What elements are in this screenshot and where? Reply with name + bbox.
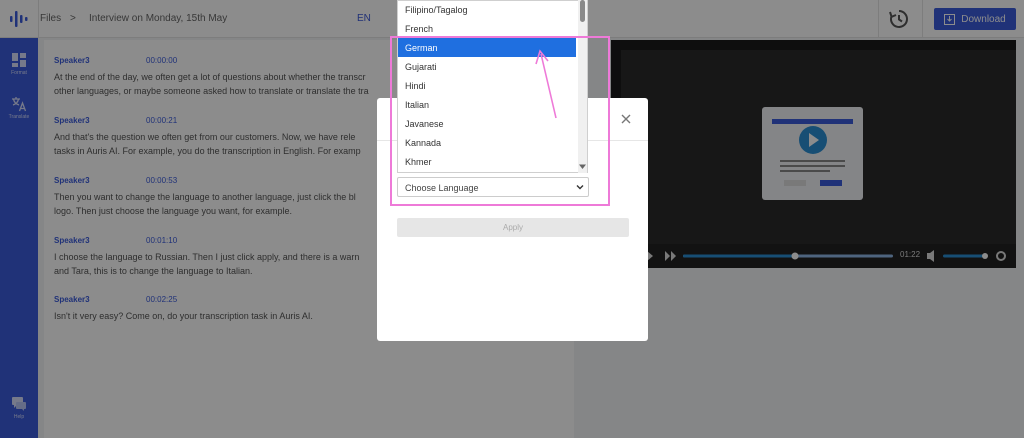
dropdown-option[interactable]: Filipino/Tagalog bbox=[398, 0, 576, 19]
highlight-box bbox=[390, 36, 610, 206]
apply-button[interactable]: Apply bbox=[397, 218, 629, 237]
dropdown-scrollbar-thumb[interactable] bbox=[580, 0, 585, 22]
annotation-arrow-icon bbox=[535, 49, 557, 119]
apply-label: Apply bbox=[502, 223, 523, 232]
close-icon[interactable] bbox=[620, 113, 632, 125]
